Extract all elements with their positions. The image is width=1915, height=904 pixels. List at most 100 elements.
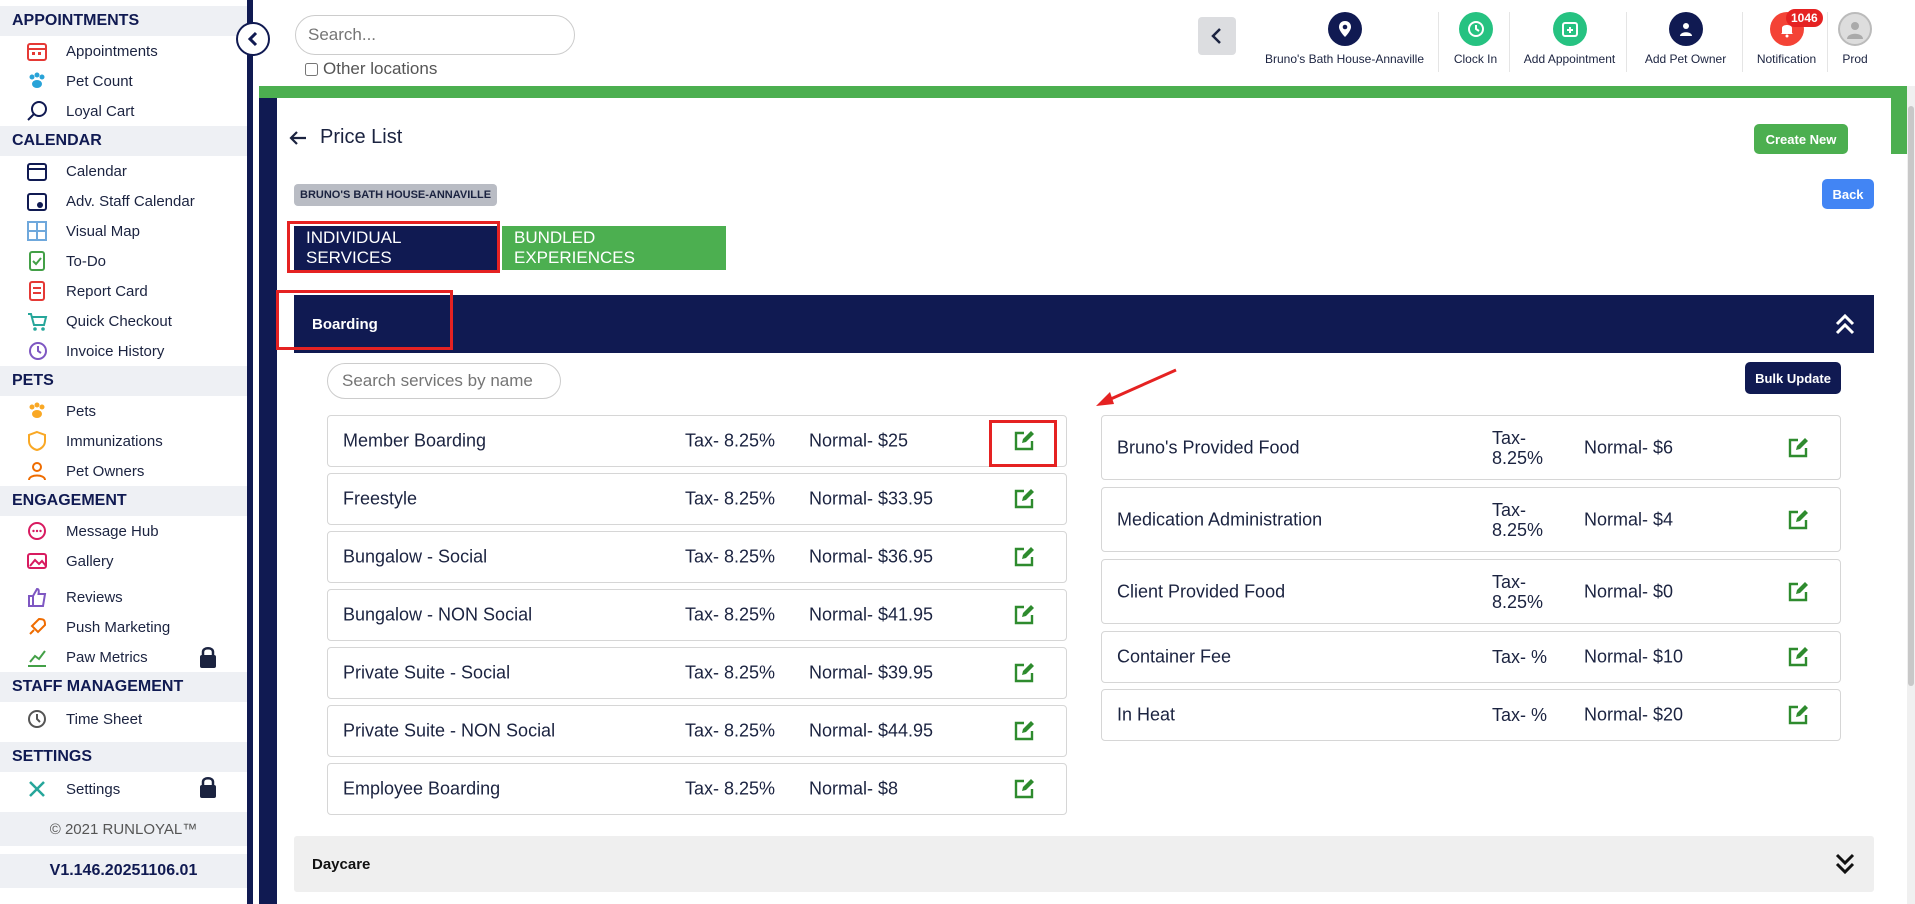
clock-in-button[interactable]: Clock In bbox=[1442, 12, 1510, 72]
service-name: Bungalow - Social bbox=[343, 546, 488, 567]
calendar-grid-icon bbox=[26, 40, 48, 62]
edit-icon[interactable] bbox=[1012, 429, 1036, 453]
sidebar-item-gallery[interactable]: Gallery bbox=[0, 546, 247, 576]
sidebar-item-label: Settings bbox=[66, 780, 121, 798]
edit-icon[interactable] bbox=[1786, 645, 1810, 669]
chat-icon bbox=[26, 520, 48, 542]
thumbs-up-icon bbox=[26, 586, 48, 608]
location-pin-icon bbox=[1327, 12, 1362, 46]
edit-icon[interactable] bbox=[1012, 603, 1036, 627]
sidebar-item-calendar[interactable]: Calendar bbox=[0, 156, 247, 186]
edit-icon[interactable] bbox=[1012, 545, 1036, 569]
service-tax: Tax- 8.25% bbox=[685, 778, 776, 799]
service-tax: Tax- 8.25% bbox=[685, 720, 776, 741]
edit-icon[interactable] bbox=[1786, 580, 1810, 604]
back-arrow-icon[interactable] bbox=[287, 127, 309, 149]
sidebar-item-label: Loyal Cart bbox=[66, 102, 135, 120]
lock-icon bbox=[197, 645, 219, 669]
sidebar-item-pets[interactable]: Pets bbox=[0, 396, 247, 426]
service-row: Private Suite - Social Tax- 8.25% Normal… bbox=[327, 647, 1067, 699]
other-locations-label: Other locations bbox=[323, 59, 438, 78]
service-tax: Tax- 8.25% bbox=[685, 546, 776, 567]
edit-icon[interactable] bbox=[1786, 703, 1810, 727]
sidebar-section-appointments: APPOINTMENTS bbox=[0, 6, 247, 36]
search-input[interactable] bbox=[295, 15, 575, 55]
add-pet-owner-button[interactable]: Add Pet Owner bbox=[1629, 12, 1743, 72]
sidebar-item-message-hub[interactable]: Message Hub bbox=[0, 516, 247, 546]
edit-icon[interactable] bbox=[1012, 661, 1036, 685]
sidebar-item-push-marketing[interactable]: Push Marketing bbox=[0, 612, 247, 642]
chart-icon bbox=[26, 646, 48, 668]
sidebar-item-label: Immunizations bbox=[66, 432, 163, 450]
chevron-double-down-icon[interactable] bbox=[1834, 851, 1856, 877]
sidebar-item-appointments[interactable]: Appointments bbox=[0, 36, 247, 66]
sidebar-section-staff-management: STAFF MANAGEMENT bbox=[0, 672, 247, 702]
sidebar-item-label: Reviews bbox=[66, 588, 123, 606]
back-button[interactable]: Back bbox=[1822, 179, 1874, 209]
edit-icon[interactable] bbox=[1012, 719, 1036, 743]
add-calendar-icon bbox=[1552, 12, 1587, 46]
user-icon bbox=[26, 460, 48, 482]
sidebar-section-calendar: CALENDAR bbox=[0, 126, 247, 156]
page-title: Price List bbox=[320, 126, 403, 148]
collapse-toolbar-button[interactable] bbox=[1198, 17, 1236, 55]
paw-icon bbox=[26, 70, 48, 92]
location-selector[interactable]: Bruno's Bath House-Annaville bbox=[1251, 12, 1439, 72]
edit-icon[interactable] bbox=[1012, 777, 1036, 801]
service-tax: Tax- 8.25% bbox=[1492, 499, 1544, 540]
service-price: Normal- $10 bbox=[1584, 646, 1684, 667]
sidebar-item-invoice-history[interactable]: Invoice History bbox=[0, 336, 247, 366]
edit-icon[interactable] bbox=[1012, 487, 1036, 511]
other-locations-toggle[interactable]: Other locations bbox=[305, 59, 437, 79]
sidebar-item-quick-checkout[interactable]: Quick Checkout bbox=[0, 306, 247, 336]
edit-icon[interactable] bbox=[1786, 436, 1810, 460]
scrollbar-thumb[interactable] bbox=[1908, 106, 1914, 686]
sidebar-item-immunizations[interactable]: Immunizations bbox=[0, 426, 247, 456]
invoice-icon bbox=[26, 340, 48, 362]
sidebar-item-label: Message Hub bbox=[66, 522, 159, 540]
paw-icon bbox=[26, 400, 48, 422]
sidebar-item-label: Quick Checkout bbox=[66, 312, 172, 330]
sidebar-item-pet-owners[interactable]: Pet Owners bbox=[0, 456, 247, 486]
sidebar-item-settings[interactable]: Settings bbox=[0, 772, 247, 806]
edit-icon[interactable] bbox=[1786, 508, 1810, 532]
sidebar-item-paw-metrics[interactable]: Paw Metrics bbox=[0, 642, 247, 672]
clock-icon bbox=[26, 708, 48, 730]
sidebar-item-to-do[interactable]: To-Do bbox=[0, 246, 247, 276]
other-locations-checkbox[interactable] bbox=[305, 62, 318, 76]
service-search-input[interactable] bbox=[327, 363, 561, 399]
service-tax: Tax- 8.25% bbox=[685, 430, 776, 451]
chevron-left-icon bbox=[1211, 28, 1221, 44]
bulk-update-button[interactable]: Bulk Update bbox=[1745, 362, 1841, 394]
service-row: Container Fee Tax- % Normal- $10 bbox=[1101, 631, 1841, 683]
sidebar-item-visual-map[interactable]: Visual Map bbox=[0, 216, 247, 246]
notification-button[interactable]: 1046 Notification bbox=[1746, 9, 1828, 72]
sidebar-item-adv-staff-calendar[interactable]: Adv. Staff Calendar bbox=[0, 186, 247, 216]
service-row: Bungalow - NON Social Tax- 8.25% Normal-… bbox=[327, 589, 1067, 641]
sidebar-collapse-button[interactable] bbox=[236, 22, 270, 56]
header-accent-strip bbox=[259, 86, 1899, 98]
staff-calendar-icon bbox=[26, 190, 48, 212]
notification-label: Notification bbox=[1756, 52, 1817, 66]
create-new-button[interactable]: Create New bbox=[1754, 124, 1848, 154]
clock-icon bbox=[1458, 12, 1493, 46]
boarding-section-header[interactable]: Boarding bbox=[294, 295, 1874, 353]
sidebar-item-time-sheet[interactable]: Time Sheet bbox=[0, 702, 247, 736]
rocket-icon bbox=[26, 616, 48, 638]
profile-menu[interactable]: Prod bbox=[1830, 12, 1880, 72]
tab-individual-services[interactable]: INDIVIDUAL SERVICES bbox=[294, 226, 500, 270]
add-appointment-button[interactable]: Add Appointment bbox=[1513, 12, 1627, 72]
service-row: Bungalow - Social Tax- 8.25% Normal- $36… bbox=[327, 531, 1067, 583]
sidebar-item-pet-count[interactable]: Pet Count bbox=[0, 66, 247, 96]
sidebar-item-report-card[interactable]: Report Card bbox=[0, 276, 247, 306]
sidebar-item-label: Gallery bbox=[66, 552, 114, 570]
chevron-double-up-icon[interactable] bbox=[1834, 311, 1856, 337]
sidebar-item-reviews[interactable]: Reviews bbox=[0, 582, 247, 612]
daycare-section-header[interactable]: Daycare bbox=[294, 836, 1874, 892]
sidebar-item-label: Adv. Staff Calendar bbox=[66, 192, 195, 210]
tab-bundled-experiences[interactable]: BUNDLED EXPERIENCES bbox=[502, 226, 726, 270]
page-scrollbar[interactable] bbox=[1907, 86, 1915, 904]
service-price: Normal- $0 bbox=[1584, 581, 1674, 601]
sidebar-item-loyal-cart[interactable]: Loyal Cart bbox=[0, 96, 247, 126]
service-tax: Tax- % bbox=[1492, 705, 1548, 725]
